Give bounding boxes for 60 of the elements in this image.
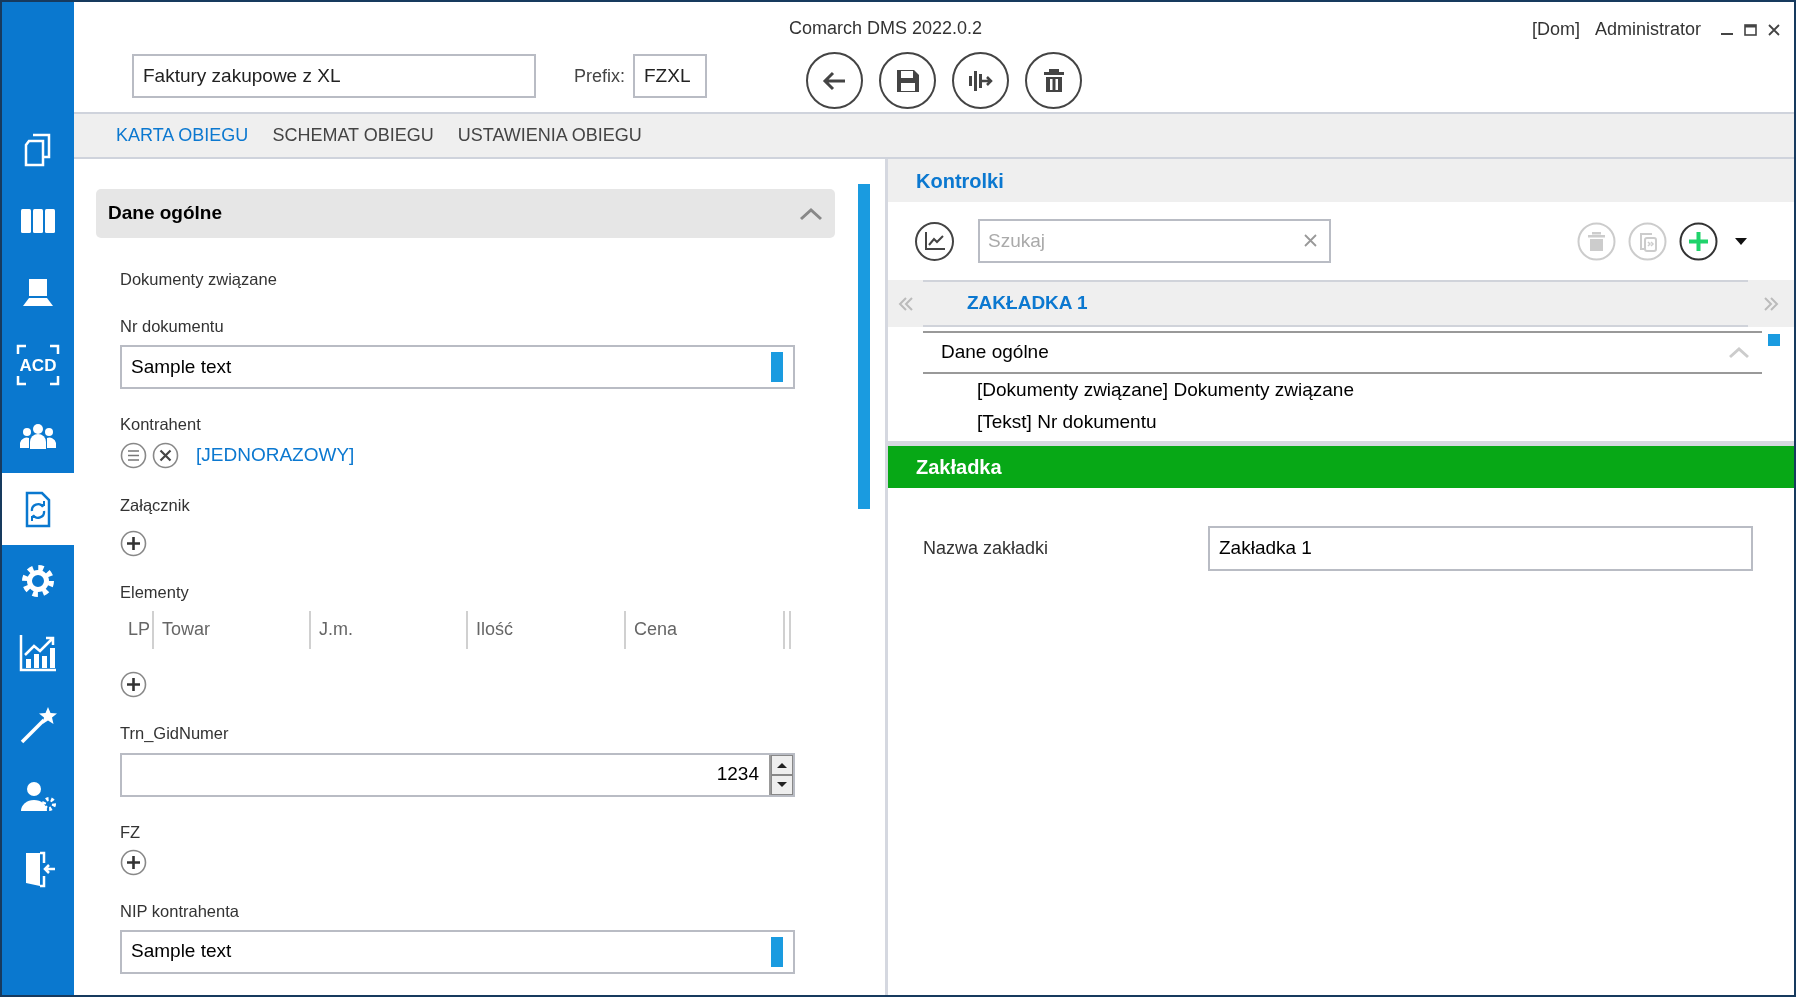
section-header[interactable]: Dane ogólne — [96, 189, 835, 238]
back-button[interactable] — [806, 52, 863, 109]
growth-chart-icon — [17, 633, 59, 673]
user-name: Administrator — [1594, 18, 1701, 41]
field-label: FZ — [120, 821, 142, 843]
field-label: Nr dokumentu — [120, 316, 225, 337]
delete-button[interactable] — [1025, 52, 1082, 109]
add-icon[interactable] — [120, 529, 147, 557]
number-field[interactable]: 1234 — [120, 752, 795, 797]
domain-label: [Dom] — [1531, 18, 1580, 41]
text-field[interactable]: Zakładka 1 — [1208, 526, 1753, 571]
add-icon[interactable] — [120, 848, 147, 876]
prefix-label: Prefix: — [574, 64, 625, 88]
dropdown-caret-icon[interactable] — [1734, 236, 1748, 246]
list-icon[interactable] — [120, 441, 147, 469]
field-label: Załącznik — [120, 494, 191, 516]
tab[interactable]: ZAKŁADKA 1 — [967, 289, 1088, 318]
field-label: Nazwa zakładki — [923, 537, 1050, 560]
tab[interactable]: USTAWIENIA OBIEGU — [457, 122, 642, 149]
add-icon[interactable] — [120, 670, 147, 698]
sidebar-item[interactable]: ACD — [2, 329, 74, 401]
tree-item[interactable]: [Tekst] Nr dokumentu — [923, 406, 1762, 438]
line-chart-icon — [923, 231, 946, 251]
column-header[interactable]: Cena — [626, 610, 785, 649]
search-field[interactable]: Szukaj — [978, 219, 1331, 263]
column-header[interactable]: J.m. — [311, 610, 468, 649]
tree-group-row[interactable]: Dane ogólne — [923, 331, 1762, 374]
tab[interactable]: SCHEMAT OBIEGU — [272, 122, 434, 149]
sidebar-item[interactable] — [2, 473, 74, 545]
tab[interactable]: KARTA OBIEGU — [116, 122, 249, 149]
maximize-icon[interactable] — [1744, 23, 1757, 36]
prefix-field[interactable]: FZXL — [633, 54, 707, 98]
save-button[interactable] — [879, 52, 936, 109]
spin-down-icon[interactable] — [771, 774, 793, 795]
text-field[interactable]: Sample text — [120, 345, 795, 389]
tree-item[interactable]: [Dokumenty związane] Dokumenty związane — [923, 374, 1762, 406]
field-label: Trn_GidNumer — [120, 722, 230, 744]
window-title: Comarch DMS 2022.0.2 — [789, 17, 984, 40]
clear-icon[interactable] — [152, 441, 179, 469]
section-title: Dane ogólne — [108, 201, 222, 226]
column-header[interactable]: LP — [120, 610, 154, 649]
process-button[interactable] — [952, 52, 1009, 109]
contractor-link[interactable]: [JEDNORAZOWY] — [196, 441, 355, 470]
field-label: NIP kontrahenta — [120, 900, 240, 922]
column-header[interactable]: Towar — [154, 610, 311, 649]
close-icon[interactable] — [1768, 23, 1780, 36]
field-label: Dokumenty związane — [120, 269, 278, 290]
add-button[interactable] — [1679, 221, 1718, 261]
scrollbar-thumb[interactable] — [1768, 334, 1780, 346]
column-header[interactable]: Ilość — [468, 610, 626, 649]
spin-up-icon[interactable] — [771, 754, 793, 775]
scrollbar-thumb[interactable] — [858, 184, 870, 509]
name-field[interactable]: Faktury zakupowe z XL — [132, 54, 536, 98]
field-label: Kontrahent — [120, 414, 202, 435]
chart-button[interactable] — [915, 221, 954, 261]
chevron-up-icon[interactable] — [799, 206, 823, 221]
panel-title: Kontrolki — [916, 168, 1004, 194]
panel-title: Zakładka — [916, 455, 1002, 480]
text-field[interactable]: Sample text — [120, 929, 795, 974]
field-label: Elementy — [120, 581, 190, 603]
